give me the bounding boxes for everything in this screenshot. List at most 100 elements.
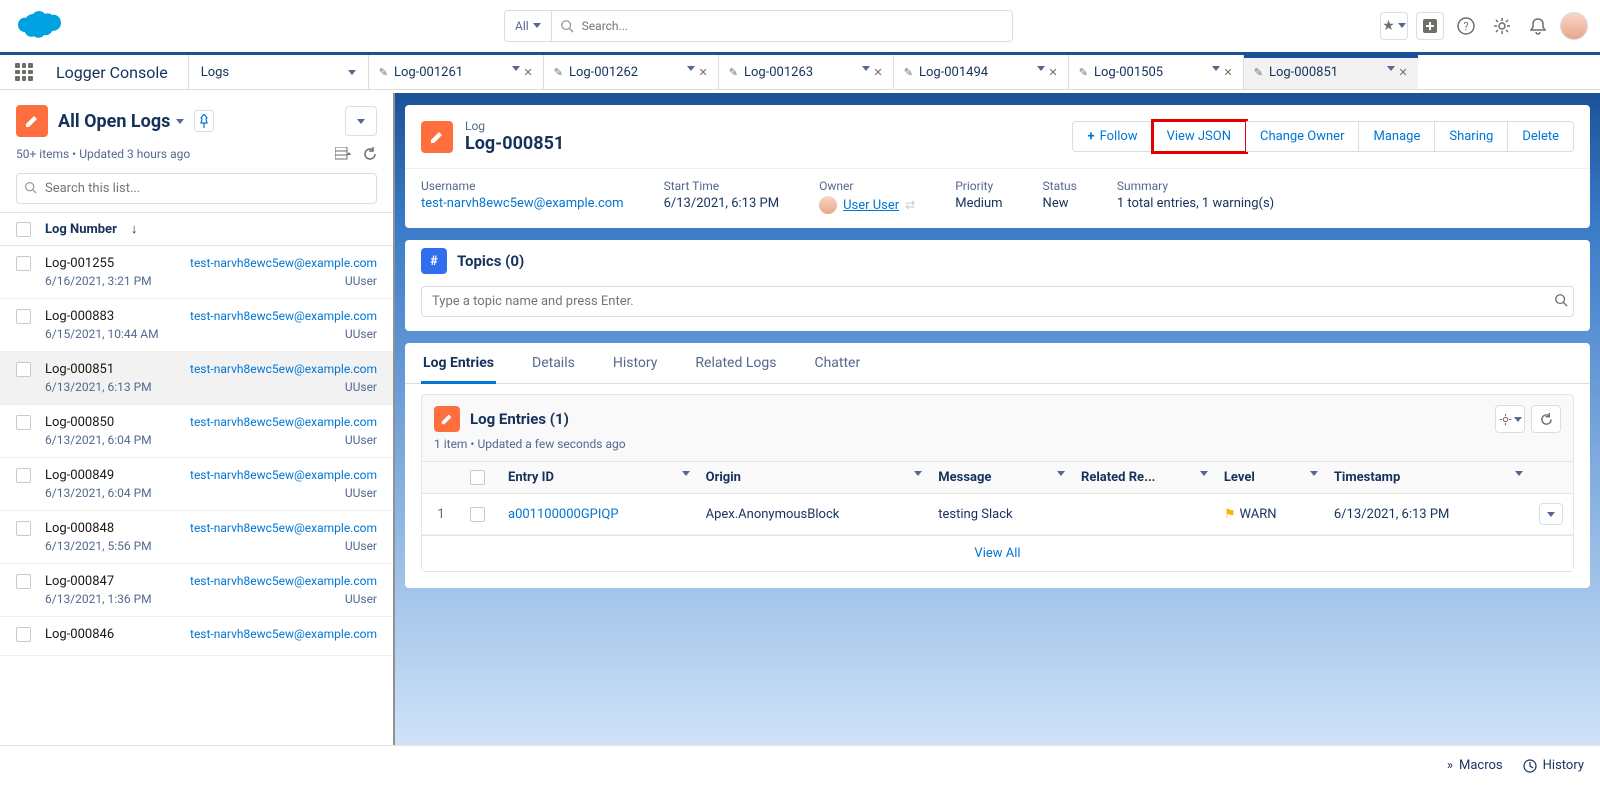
table-column-header[interactable]: Origin [696, 462, 929, 494]
search-filter-dropdown[interactable]: All [505, 11, 552, 41]
row-email[interactable]: test-narvh8ewc5ew@example.com [190, 362, 377, 377]
entry-link[interactable]: a001100000GPIQP [508, 507, 619, 522]
chevron-down-icon[interactable] [1387, 66, 1395, 71]
app-launcher-button[interactable] [0, 55, 48, 89]
row-log-number: Log-000846 [45, 627, 114, 642]
list-view-picker[interactable]: All Open Logs [58, 111, 184, 132]
list-row[interactable]: Log-001255test-narvh8ewc5ew@example.com6… [0, 246, 393, 299]
row-email[interactable]: test-narvh8ewc5ew@example.com [190, 468, 377, 483]
chevron-down-icon[interactable] [1037, 66, 1045, 71]
table-column-header[interactable]: Message [928, 462, 1071, 494]
view-json-button[interactable]: View JSON [1153, 121, 1246, 152]
topics-input[interactable] [421, 286, 1574, 317]
add-button[interactable] [1416, 12, 1444, 40]
detail-tab[interactable]: Related Logs [693, 343, 778, 383]
field-username-value[interactable]: test-narvh8ewc5ew@example.com [421, 196, 624, 211]
row-email[interactable]: test-narvh8ewc5ew@example.com [190, 521, 377, 536]
favorites-button[interactable]: ★ [1380, 12, 1408, 40]
row-email[interactable]: test-narvh8ewc5ew@example.com [190, 574, 377, 589]
select-all-checkbox[interactable] [16, 222, 31, 237]
close-icon[interactable]: ✕ [1224, 66, 1233, 79]
row-email[interactable]: test-narvh8ewc5ew@example.com [190, 415, 377, 430]
refresh-button[interactable] [363, 147, 377, 161]
pin-button[interactable] [194, 110, 214, 132]
list-row[interactable]: Log-000849test-narvh8ewc5ew@example.com6… [0, 458, 393, 511]
help-button[interactable]: ? [1452, 12, 1480, 40]
related-settings-button[interactable] [1495, 405, 1525, 433]
row-email[interactable]: test-narvh8ewc5ew@example.com [190, 256, 377, 271]
owner-link[interactable]: User User [843, 198, 899, 213]
row-email[interactable]: test-narvh8ewc5ew@example.com [190, 309, 377, 324]
close-icon[interactable]: ✕ [699, 66, 708, 79]
change-owner-button[interactable]: Change Owner [1246, 121, 1359, 152]
chevron-down-icon[interactable] [687, 66, 695, 71]
table-column-header[interactable]: Timestamp [1324, 462, 1529, 494]
list-row[interactable]: Log-000851test-narvh8ewc5ew@example.com6… [0, 352, 393, 405]
user-avatar[interactable] [1560, 12, 1588, 40]
notifications-button[interactable] [1524, 12, 1552, 40]
search-icon [1554, 293, 1568, 307]
select-all-checkbox[interactable] [470, 470, 485, 485]
delete-button[interactable]: Delete [1508, 121, 1574, 152]
workspace-tab[interactable]: ✎Log-001262✕ [543, 55, 718, 89]
sharing-button[interactable]: Sharing [1435, 121, 1508, 152]
list-row[interactable]: Log-000848test-narvh8ewc5ew@example.com6… [0, 511, 393, 564]
manage-button[interactable]: Manage [1359, 121, 1435, 152]
detail-tab[interactable]: Log Entries [421, 343, 496, 383]
chevron-down-icon[interactable] [914, 471, 922, 476]
list-row[interactable]: Log-000847test-narvh8ewc5ew@example.com6… [0, 564, 393, 617]
workspace-tab[interactable]: ✎Log-001261✕ [368, 55, 543, 89]
chevron-down-icon[interactable] [1515, 471, 1523, 476]
global-search-input[interactable] [582, 19, 1012, 33]
change-owner-icon[interactable]: ⇄ [905, 198, 915, 212]
close-icon[interactable]: ✕ [874, 66, 883, 79]
workspace-tab[interactable]: ✎Log-000851✕ [1243, 55, 1418, 89]
nav-item-logs[interactable]: Logs [188, 55, 368, 89]
display-button[interactable] [335, 147, 351, 161]
close-icon[interactable]: ✕ [1399, 66, 1408, 79]
row-action-button[interactable] [1539, 503, 1563, 525]
row-checkbox[interactable] [16, 521, 31, 536]
close-icon[interactable]: ✕ [1049, 66, 1058, 79]
list-view-controls-button[interactable] [345, 106, 377, 136]
chevron-down-icon[interactable] [512, 66, 520, 71]
workspace-tab[interactable]: ✎Log-001263✕ [718, 55, 893, 89]
chevron-down-icon[interactable] [682, 471, 690, 476]
workspace-tab[interactable]: ✎Log-001494✕ [893, 55, 1068, 89]
row-checkbox[interactable] [16, 256, 31, 271]
detail-tab[interactable]: Chatter [812, 343, 862, 383]
detail-tab[interactable]: Details [530, 343, 577, 383]
row-checkbox[interactable] [16, 309, 31, 324]
chevron-down-icon[interactable] [1212, 66, 1220, 71]
workspace-tab[interactable]: ✎Log-001505✕ [1068, 55, 1243, 89]
macros-button[interactable]: »Macros [1447, 758, 1503, 773]
chevron-down-icon[interactable] [1200, 471, 1208, 476]
follow-button[interactable]: +Follow [1072, 121, 1152, 152]
row-email[interactable]: test-narvh8ewc5ew@example.com [190, 627, 377, 642]
table-column-header[interactable]: Related Re... [1071, 462, 1214, 494]
list-search-input[interactable] [16, 173, 377, 204]
row-checkbox[interactable] [16, 415, 31, 430]
table-column-header[interactable]: Entry ID [498, 462, 696, 494]
row-checkbox[interactable] [16, 627, 31, 642]
row-checkbox[interactable] [470, 507, 485, 522]
detail-tab[interactable]: History [611, 343, 660, 383]
list-row[interactable]: Log-000883test-narvh8ewc5ew@example.com6… [0, 299, 393, 352]
row-checkbox[interactable] [16, 574, 31, 589]
close-icon[interactable]: ✕ [524, 66, 533, 79]
list-rows[interactable]: Log-001255test-narvh8ewc5ew@example.com6… [0, 246, 393, 745]
chevron-down-icon[interactable] [862, 66, 870, 71]
chevron-down-icon[interactable] [1057, 471, 1065, 476]
view-all-link[interactable]: View All [422, 535, 1573, 571]
history-button[interactable]: History [1523, 758, 1584, 773]
row-owner: UUser [345, 327, 377, 341]
setup-button[interactable] [1488, 12, 1516, 40]
chevron-down-icon[interactable] [1310, 471, 1318, 476]
table-column-header[interactable]: Level [1214, 462, 1324, 494]
row-checkbox[interactable] [16, 362, 31, 377]
row-checkbox[interactable] [16, 468, 31, 483]
related-refresh-button[interactable] [1531, 405, 1561, 433]
col-log-number[interactable]: Log Number [45, 222, 117, 237]
list-row[interactable]: Log-000850test-narvh8ewc5ew@example.com6… [0, 405, 393, 458]
list-row[interactable]: Log-000846 test-narvh8ewc5ew@example.com [0, 617, 393, 656]
